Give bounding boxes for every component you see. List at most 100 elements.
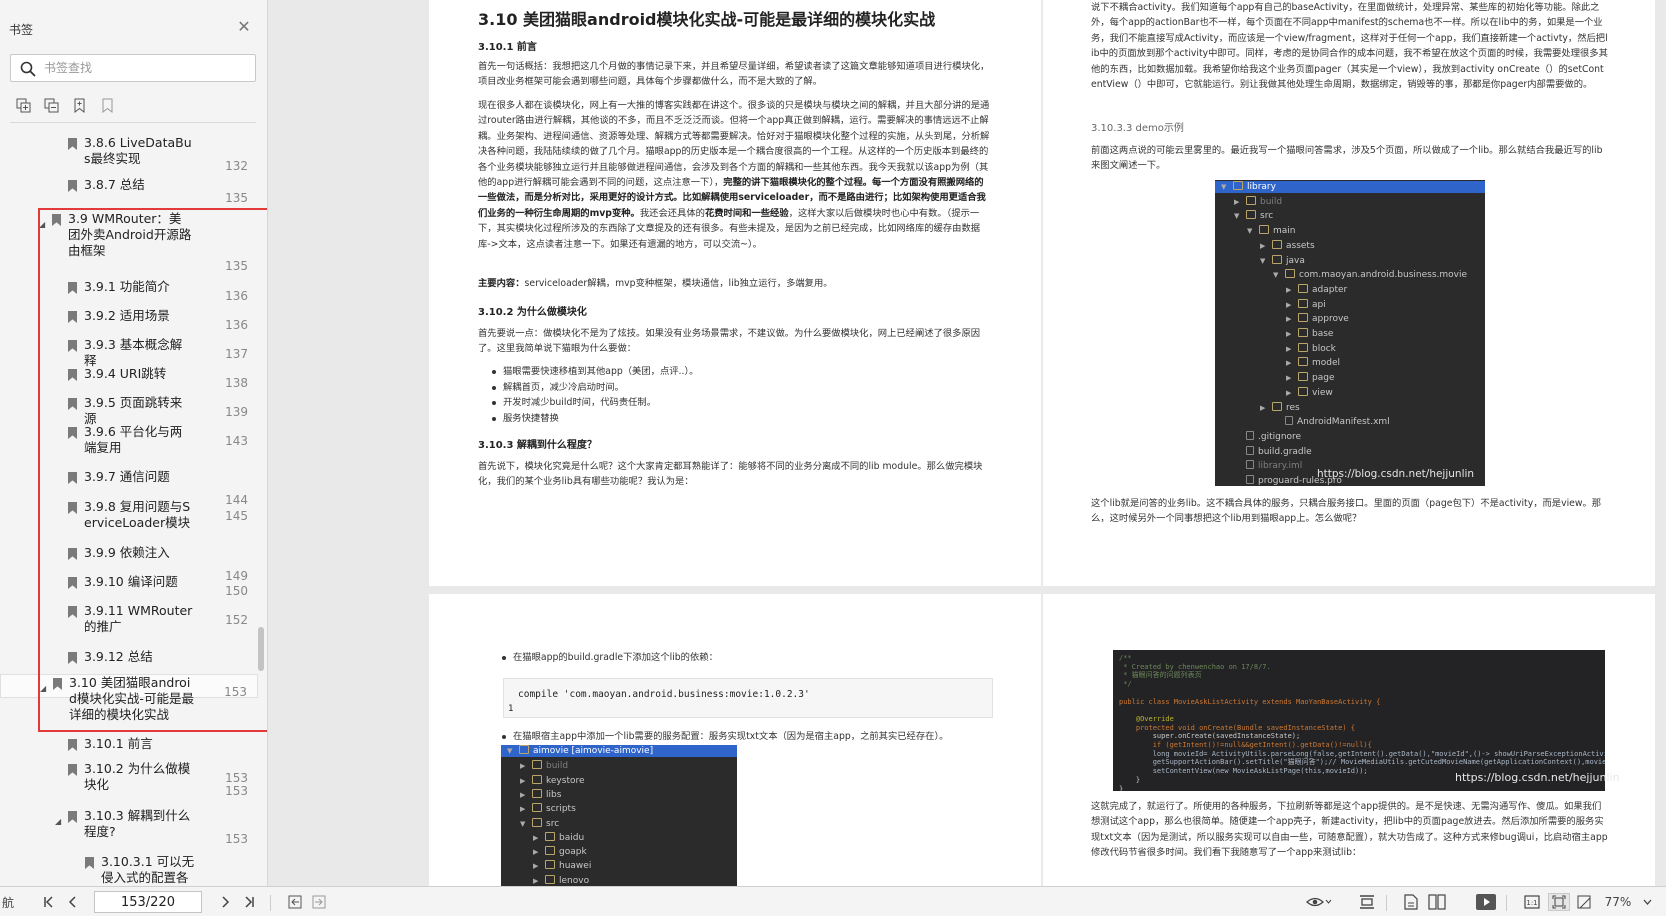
bookmark-item[interactable]: 3.9.5 页面跳转来源 139	[0, 395, 258, 426]
bookmark-page-number: 138	[225, 376, 248, 390]
page-number-input[interactable]	[94, 891, 202, 913]
bookmark-page-number: 143	[225, 434, 248, 448]
zoom-value: 77%	[1604, 895, 1632, 909]
tree-label: build	[546, 761, 569, 772]
tree-label: goapk	[559, 847, 587, 858]
two-page-icon	[1428, 894, 1446, 910]
bullet-list: 在猫眼app的build.gradle下添加这个lib的依赖：	[499, 650, 999, 666]
play-icon	[1476, 894, 1496, 910]
zoom-level[interactable]: 77%	[1598, 893, 1638, 911]
bookmark-icon	[68, 652, 77, 664]
tree-label: build	[1260, 196, 1283, 207]
eye-view-button[interactable]	[1304, 893, 1334, 911]
tree-row: .gitignore	[1234, 430, 1301, 443]
bookmark-icon	[68, 472, 77, 484]
code-line: compile 'com.maoyan.android.business:mov…	[518, 689, 810, 700]
bookmark-item[interactable]: ◢ 3.10 美团猫眼android模块化实战-可能是最详细的模块化实战 153	[0, 674, 258, 722]
bookmark-item[interactable]: ◢ 3.9 WMRouter：美团外卖Android开源路由框架 135	[0, 211, 258, 273]
tree-row: AndroidManifest.xml	[1273, 416, 1390, 428]
forward-button[interactable]	[310, 893, 328, 911]
zoom-dropdown[interactable]	[1640, 893, 1654, 911]
code-line: protected void onCreate(Bundle savedInst…	[1119, 723, 1356, 732]
tree-row: ▶ baidu	[533, 831, 585, 843]
previous-page-button[interactable]	[64, 893, 82, 911]
expand-arrow-icon[interactable]: ◢	[55, 814, 61, 830]
bookmark-label: 3.9.4 URI跳转	[84, 366, 167, 381]
code-line: @Override	[1119, 714, 1174, 723]
tree-row: ▶ block	[1286, 342, 1336, 354]
tree-row: ▶ lenovo	[533, 874, 590, 886]
bookmark-item[interactable]: 3.9.8 复用问题与ServiceLoader模块 145	[0, 499, 258, 530]
bookmark-label: 3.10.2 为什么做模块化	[84, 761, 191, 792]
bookmark-label: 3.10.3.1 可以无侵入式的配置各	[101, 854, 195, 885]
bookmark-label: 3.9 WMRouter：美团外卖Android开源路由框架	[68, 211, 192, 258]
bookmark-item[interactable]: ◢ 3.10.3 解耦到什么程度? 153	[0, 808, 258, 846]
bookmark-label: 3.9.9 依赖注入	[84, 545, 170, 560]
expand-all-icon[interactable]	[14, 96, 32, 114]
bookmark-item[interactable]: 3.9.3 基本概念解释 137	[0, 337, 258, 368]
tree-label: model	[1312, 358, 1341, 369]
tree-row: build.gradle	[1234, 445, 1312, 458]
tree-row: ▶ libs	[520, 788, 562, 800]
paragraph: 这个lib就是问答的业务lib。这不耦合具体的服务，只耦合服务接口。里面的页面（…	[1091, 498, 1602, 525]
paragraph: 前面这两点说的可能云里雾里的。最近我写一个猫眼问答需求，涉及5个页面，所以做成了…	[1091, 145, 1603, 172]
bookmark-item[interactable]: 3.9.4 URI跳转 138	[0, 366, 258, 390]
bookmark-item[interactable]: 3.8.6 LiveDataBus最终实现 132	[0, 135, 258, 173]
actual-size-button[interactable]: 1:1	[1522, 893, 1542, 911]
fit-page-button[interactable]	[1548, 893, 1570, 911]
single-page-button[interactable]	[1400, 893, 1422, 911]
list-item: 解耦首页，减少冷启动时间。	[489, 380, 989, 396]
two-page-button[interactable]	[1426, 893, 1448, 911]
bookmark-icon	[68, 282, 77, 294]
tree-row: ▶ assets	[1260, 239, 1315, 251]
sidebar-scrollbar[interactable]	[258, 627, 264, 671]
bookmark-label: 3.9.2 适用场景	[84, 308, 170, 323]
add-bookmark-icon[interactable]	[70, 96, 88, 114]
tree-label: block	[1312, 343, 1336, 354]
bookmark-icon	[68, 739, 77, 751]
bookmark-outline-icon[interactable]	[98, 96, 116, 114]
expand-arrow-icon[interactable]: ◢	[39, 217, 45, 233]
collapse-all-icon[interactable]	[42, 96, 60, 114]
tree-label: baidu	[559, 832, 585, 843]
bookmark-item[interactable]: 3.8.7 总结 135	[0, 177, 258, 205]
tree-row: ▶ page	[1286, 372, 1335, 384]
code-line: * 猫眼问答的问题列表页	[1119, 671, 1202, 680]
bookmark-item[interactable]: 3.9.10 编译问题 150	[0, 574, 258, 598]
bookmark-label: 3.9.7 通信问题	[84, 469, 170, 484]
bookmark-item[interactable]: 3.10.3.1 可以无侵入式的配置各	[0, 854, 258, 886]
bookmark-label: 3.8.6 LiveDataBus最终实现	[84, 135, 192, 166]
bookmark-item[interactable]: 3.9.6 平台化与两端复用 143	[0, 424, 258, 455]
divider	[270, 895, 271, 911]
bookmark-page-number: 150	[225, 584, 248, 598]
list-item: 在猫眼app的build.gradle下添加这个lib的依赖：	[499, 650, 999, 666]
first-page-icon	[44, 896, 53, 908]
continuous-page-icon	[1360, 895, 1374, 909]
back-button[interactable]	[286, 893, 304, 911]
list-item: 开发时减少build时间，代码责任制。	[489, 395, 989, 411]
document-page: 3.10 美团猫眼android模块化实战-可能是最详细的模块化实战 3.10.…	[429, 0, 1041, 586]
bookmark-item[interactable]: 3.9.11 WMRouter的推广 152	[0, 603, 258, 634]
bookmark-search[interactable]	[10, 54, 256, 82]
fit-page-icon	[1552, 895, 1566, 909]
expand-arrow-icon[interactable]: ◢	[40, 681, 46, 697]
bookmark-icon	[68, 764, 77, 776]
fit-width-button[interactable]	[1574, 893, 1594, 911]
last-page-button[interactable]	[240, 893, 258, 911]
tree-label: com.maoyan.android.business.movie	[1299, 270, 1468, 281]
single-page-continuous-button[interactable]	[1356, 893, 1378, 911]
slideshow-button[interactable]	[1474, 893, 1498, 911]
close-icon[interactable]: ✕	[236, 19, 252, 35]
next-page-button[interactable]	[216, 893, 234, 911]
nav-label: 航	[1, 895, 14, 910]
bookmark-item[interactable]: 3.10.2 为什么做模块化 153	[0, 761, 258, 792]
bookmark-item[interactable]: 3.9.2 适用场景 136	[0, 308, 258, 332]
bookmark-icon	[68, 427, 77, 439]
tree-row: ▼ library	[1215, 181, 1485, 193]
bookmark-page-number: 136	[225, 289, 248, 303]
project-tree-screenshot: ▼ library ▶ build ▼ src ▼ main ▶ assets ▼ java ▼ com.…	[1215, 180, 1485, 486]
first-page-button[interactable]	[40, 893, 58, 911]
list-item: 服务快捷替换	[489, 411, 989, 427]
bookmark-item[interactable]: 3.9.1 功能简介 136	[0, 279, 258, 303]
bookmark-search-input[interactable]	[44, 59, 244, 77]
